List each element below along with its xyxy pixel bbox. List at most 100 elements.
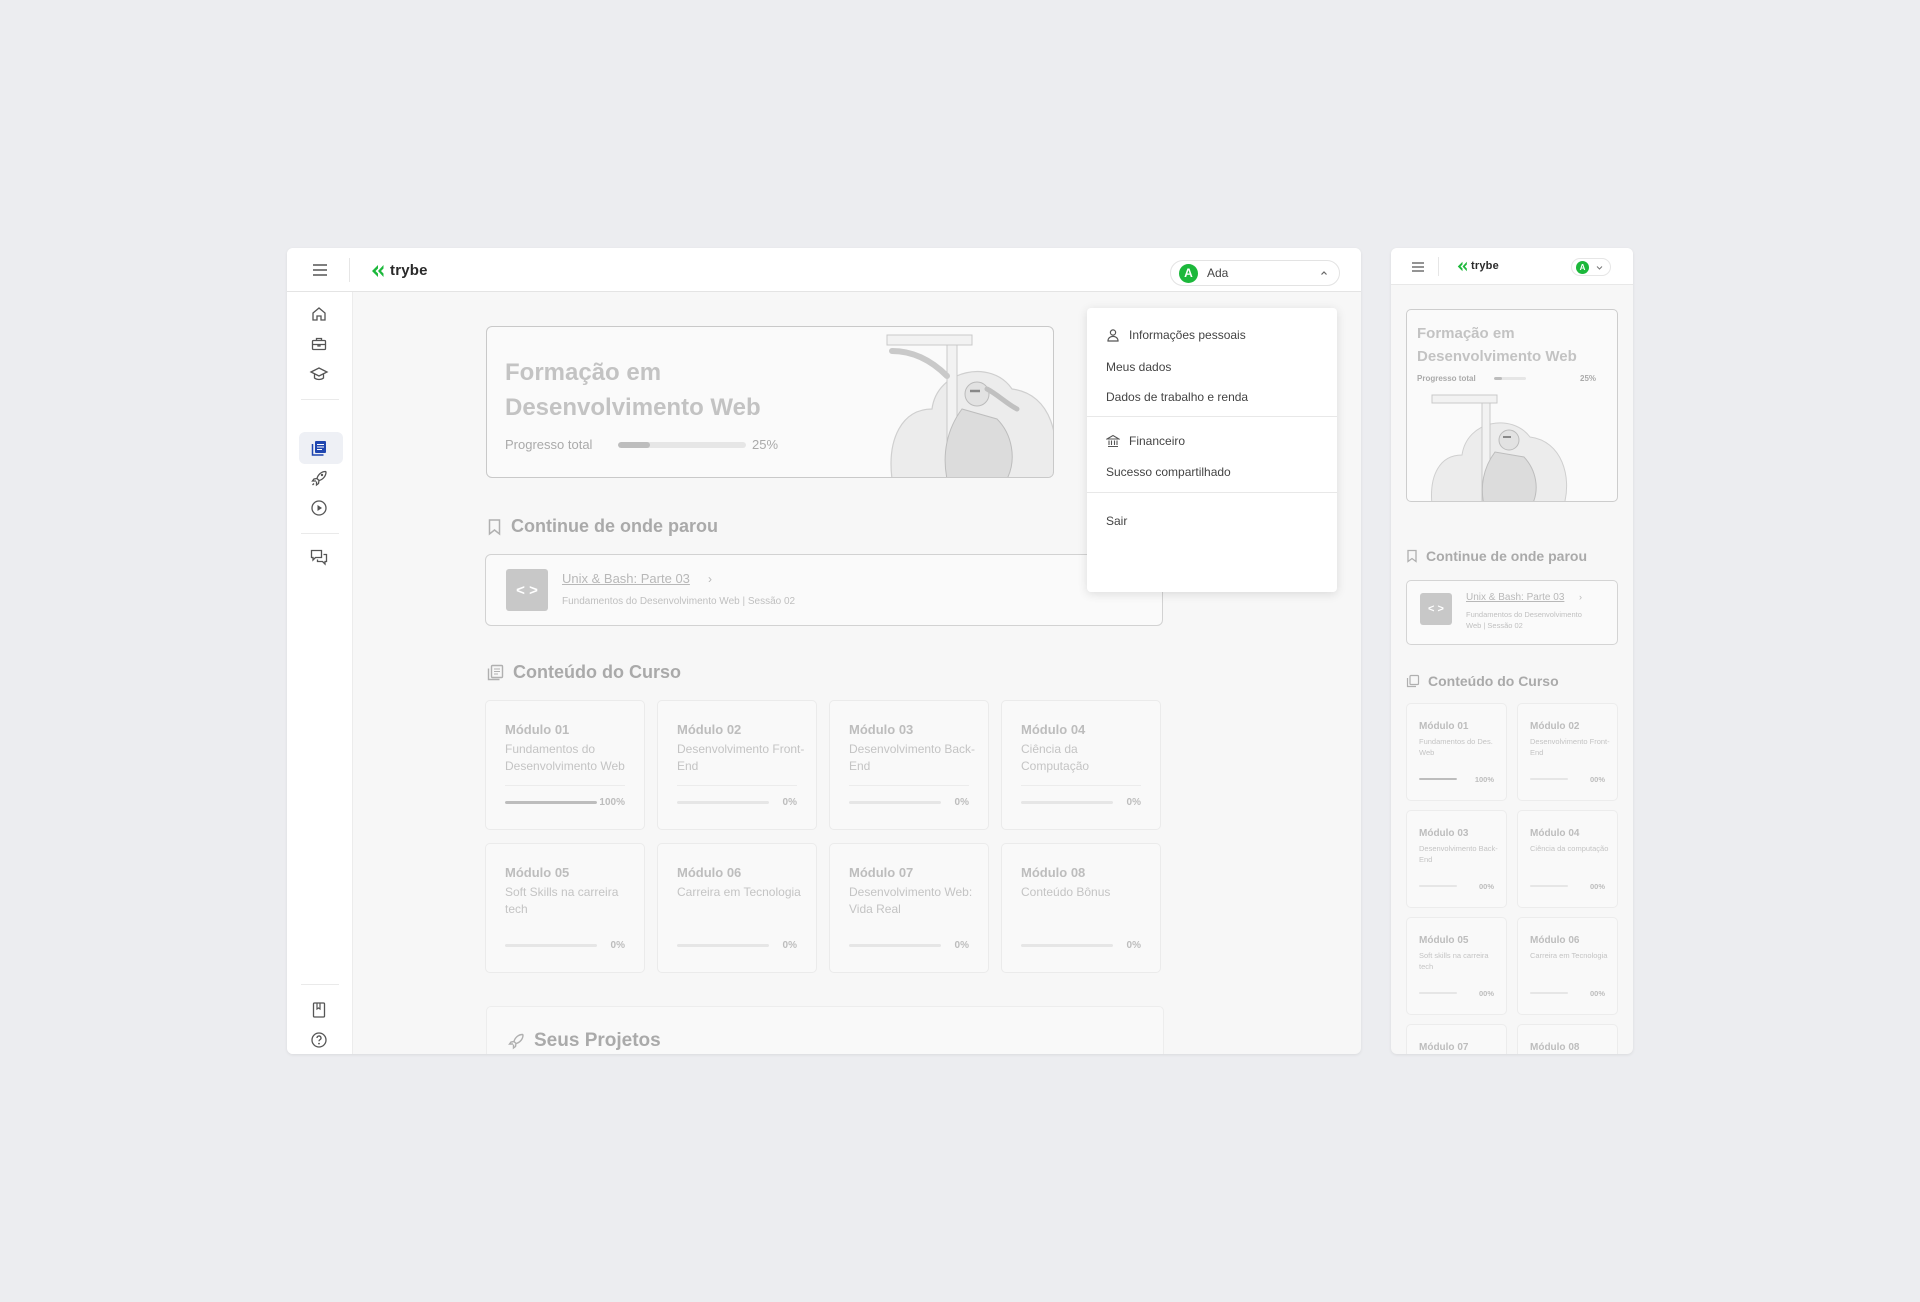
module-progress-bar [849,944,941,947]
module-name: Módulo 05 [1419,935,1469,946]
briefcase-icon[interactable] [309,334,329,354]
continue-lesson-card[interactable]: < > Unix & Bash: Parte 03 › Fundamentos … [485,554,1163,626]
menu-icon[interactable] [311,262,329,278]
lesson-subtitle: Fundamentos do Desenvolvimento Web | Ses… [1466,610,1582,630]
menu-logout[interactable]: Sair [1106,514,1127,528]
module-card[interactable]: Módulo 02 Desenvolvimento Front-End 00% [1517,703,1618,801]
module-card[interactable]: Módulo 06 Carreira em Tecnologia 0% [657,843,817,973]
module-card[interactable]: Módulo 05 Soft skills na carreira tech 00% [1406,917,1507,1015]
chevron-up-icon [1321,271,1327,275]
module-progress-bar [1419,885,1457,887]
module-divider [677,785,797,786]
course-content-icon [1406,674,1420,688]
chat-icon[interactable] [309,547,329,567]
lesson-subtitle: Fundamentos do Desenvolvimento Web | Ses… [562,596,796,607]
module-percent: 0% [782,797,797,808]
brand-name: trybe [1471,260,1499,272]
module-card[interactable]: Módulo 04 Ciência da computação 00% [1517,810,1618,908]
module-progress-bar [1530,885,1568,887]
module-name: Módulo 08 [1530,1042,1580,1053]
module-card[interactable]: Módulo 01 Fundamentos do Des. Web 100% [1406,703,1507,801]
module-progress-bar [1419,992,1457,994]
module-name: Módulo 01 [505,722,570,737]
module-percent: 0% [610,940,625,951]
lesson-link[interactable]: Unix & Bash: Parte 03 [562,571,690,586]
module-description: Desenvolvimento Front-End [677,742,805,773]
module-description: Conteúdo Bônus [1021,885,1111,899]
chevron-right-icon: › [708,572,712,586]
user-dropdown-menu: Informações pessoais Meus dados Dados de… [1087,308,1337,592]
rocket-icon [508,1033,524,1050]
user-name: Ada [1207,266,1229,280]
module-progress-bar [1530,778,1568,780]
module-card[interactable]: Módulo 04 Ciência da Computação 0% [1001,700,1161,830]
module-card[interactable]: Módulo 07 Desenvolvimento Web: Vida Real 0… [829,843,989,973]
help-icon[interactable] [309,1030,329,1050]
sidebar-divider [301,984,339,985]
trybe-mark-icon [1457,261,1467,271]
module-divider [849,785,969,786]
bookmark-icon [488,518,501,536]
module-description: Fundamentos do Desenvolvimento Web [505,742,625,773]
mobile-header: trybe A [1391,248,1633,285]
module-description: Desenvolvimento Web: Vida Real [849,885,973,916]
menu-personal-info: Informações pessoais [1106,328,1246,342]
course-hero-card[interactable]: Formação em Desenvolvimento Web Progress… [486,326,1054,478]
module-name: Módulo 02 [1530,721,1580,732]
book-icon[interactable] [309,1000,329,1020]
course-content-icon[interactable] [309,438,329,458]
course-title: Formação em Desenvolvimento Web [505,359,761,421]
progress-bar [618,442,746,448]
module-percent: 00% [1478,882,1494,891]
bookmark-icon [1407,549,1417,563]
menu-icon[interactable] [1411,261,1425,273]
module-card[interactable]: Módulo 03 Desenvolvimento Back-End 00% [1406,810,1507,908]
module-progress-bar [849,801,941,804]
module-card[interactable]: Módulo 05 Soft Skills na carreira tech 0% [485,843,645,973]
menu-financial: Financeiro [1106,434,1185,448]
course-content-icon [487,664,504,681]
module-card[interactable]: Módulo 01 Fundamentos do Desenvolvimento … [485,700,645,830]
trybe-logo[interactable]: trybe [1457,260,1499,272]
trybe-logo[interactable]: trybe [371,262,428,279]
user-menu-button[interactable]: A Ada [1170,260,1340,286]
home-icon[interactable] [309,304,329,324]
user-menu-button[interactable]: A [1571,258,1611,276]
lesson-link[interactable]: Unix & Bash: Parte 03 [1466,592,1564,603]
module-percent: 00% [1589,989,1605,998]
module-name: Módulo 02 [677,722,742,737]
module-progress-bar [1419,778,1457,780]
module-divider [505,785,625,786]
menu-shared-success[interactable]: Sucesso compartilhado [1106,465,1231,479]
module-percent: 0% [1126,797,1141,808]
student-illustration [886,334,1053,477]
graduation-cap-icon[interactable] [309,364,329,384]
module-name: Módulo 01 [1419,721,1469,732]
module-card[interactable]: Módulo 08 Conteúdo Bônus 0% [1001,843,1161,973]
rocket-icon[interactable] [309,468,329,488]
module-card[interactable]: Módulo 08 [1517,1024,1618,1054]
brand-name: trybe [390,262,428,279]
progress-fill [618,442,650,448]
avatar: A [1576,261,1589,274]
module-card[interactable]: Módulo 03 Desenvolvimento Back-End 0% [829,700,989,830]
module-progress-bar [1021,801,1113,804]
sidebar-divider [301,399,339,400]
module-card[interactable]: Módulo 06 Carreira em Tecnologia 00% [1517,917,1618,1015]
menu-my-data[interactable]: Meus dados [1106,360,1171,374]
course-hero-card[interactable]: Formação em Desenvolvimento Web Progress… [1406,309,1618,502]
module-card[interactable]: Módulo 02 Desenvolvimento Front-End 0% [657,700,817,830]
module-card[interactable]: Módulo 07 [1406,1024,1507,1054]
module-description: Desenvolvimento Back-End [849,742,976,773]
progress-fill [505,801,597,804]
student-illustration [1431,394,1568,501]
continue-lesson-card[interactable]: < > Unix & Bash: Parte 03 › Fundamentos … [1406,580,1618,645]
module-description: Fundamentos do Des. Web [1419,737,1493,757]
menu-work-income[interactable]: Dados de trabalho e renda [1106,390,1248,404]
progress-percent: 25% [1580,374,1597,383]
user-icon [1107,329,1119,342]
sidebar-divider [301,533,339,534]
play-circle-icon[interactable] [309,498,329,518]
module-description: Soft skills na carreira tech [1419,951,1489,971]
course-title: Formação em Desenvolvimento Web [1417,325,1577,365]
